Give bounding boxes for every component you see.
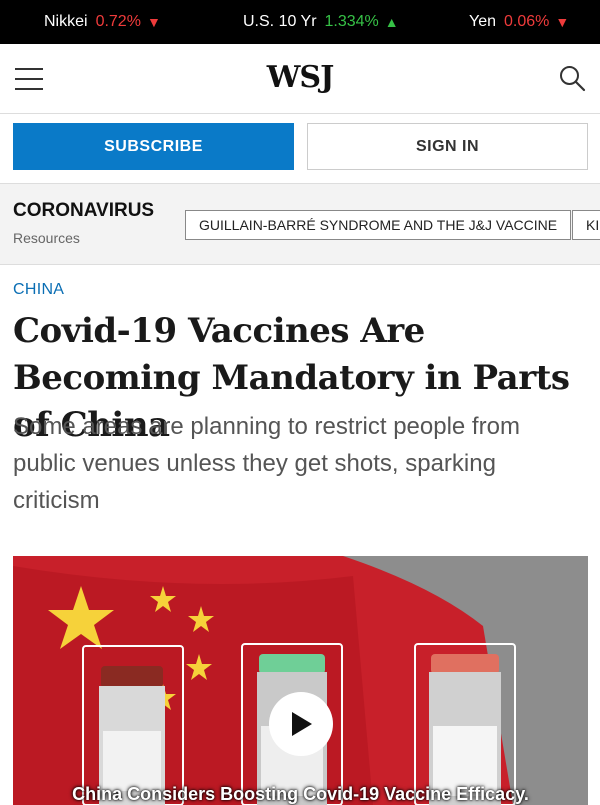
topic-bar: CORONAVIRUS Resources GUILLAIN-BARRÉ SYN… [0,183,600,265]
ticker-value: 0.72% [95,13,141,30]
arrow-down-icon: ▼ [555,14,570,30]
ticker-item-us10yr[interactable]: U.S. 10 Yr 1.334% ▲ [243,0,399,44]
play-icon [292,712,312,736]
ticker-item-yen[interactable]: Yen 0.06% ▼ [469,0,569,44]
arrow-down-icon: ▼ [146,14,161,30]
video-caption: China Considers Boosting Covid-19 Vaccin… [72,784,529,804]
search-icon[interactable] [558,64,586,92]
play-button[interactable] [269,692,333,756]
video-player[interactable]: China Considers Boosting Covid-19 Vaccin… [13,556,588,805]
topic-chip-guillain-barre[interactable]: GUILLAIN-BARRÉ SYNDROME AND THE J&J VACC… [185,210,572,240]
article-kicker[interactable]: CHINA [13,281,64,299]
ticker-name: Yen [469,13,496,30]
subscribe-button[interactable]: SUBSCRIBE [13,123,294,170]
sign-in-button[interactable]: SIGN IN [307,123,588,170]
video-thumbnail [13,556,588,805]
arrow-up-icon: ▲ [384,14,399,30]
market-ticker: Nikkei 0.72% ▼ U.S. 10 Yr 1.334% ▲ Yen 0… [0,0,600,44]
article-dek: Some areas are planning to restrict peop… [13,413,520,514]
topic-title[interactable]: CORONAVIRUS [13,200,154,222]
topic-chip-next[interactable]: KI [572,210,600,240]
topic-subtitle: Resources [13,230,80,246]
site-header: WSJ [0,44,600,114]
wsj-logo[interactable]: WSJ [0,60,600,95]
ticker-name: Nikkei [44,13,88,30]
ticker-value: 0.06% [504,13,550,30]
auth-bar: SUBSCRIBE SIGN IN [0,114,600,183]
ticker-value: 1.334% [324,13,379,30]
ticker-name: U.S. 10 Yr [243,13,317,30]
ticker-item-nikkei[interactable]: Nikkei 0.72% ▼ [44,0,161,44]
